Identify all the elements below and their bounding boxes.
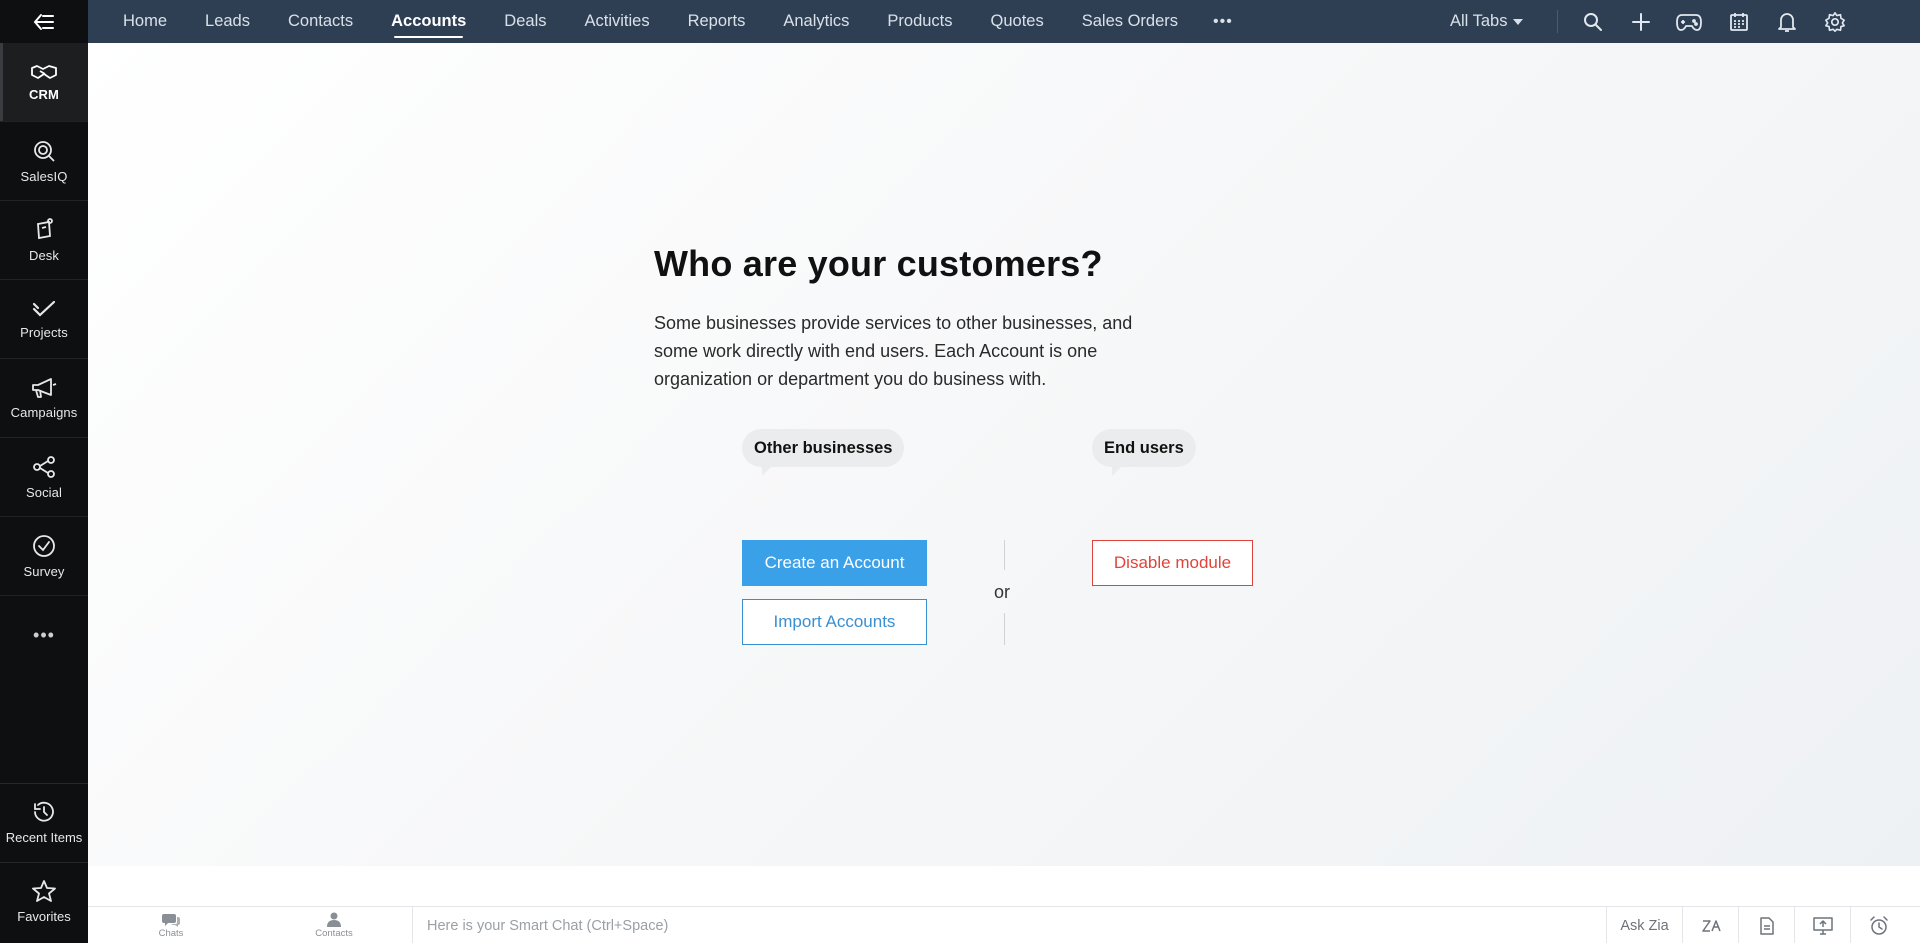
- bottom-bar: Chats Contacts Here is your Smart Chat (…: [88, 906, 1920, 943]
- alarm-clock-icon: [1869, 915, 1888, 935]
- search-icon: [1584, 12, 1602, 31]
- tab-activities[interactable]: Activities: [565, 0, 668, 43]
- person-icon: [327, 912, 341, 927]
- settings-button[interactable]: [1819, 0, 1851, 43]
- caret-down-icon: [1513, 18, 1524, 25]
- divider: [1004, 613, 1005, 645]
- megaphone-icon: [32, 377, 57, 398]
- check-circle-icon: [33, 534, 55, 557]
- top-navigation: Home Leads Contacts Accounts Deals Activ…: [88, 0, 1920, 43]
- chat-bubbles-icon: [162, 913, 180, 927]
- rail-item-survey[interactable]: Survey: [0, 517, 88, 596]
- tab-sales-orders[interactable]: Sales Orders: [1063, 0, 1197, 43]
- collapse-menu-button[interactable]: [0, 0, 88, 43]
- page-description: Some businesses provide services to othe…: [654, 313, 1133, 389]
- contacts-button[interactable]: Contacts: [309, 907, 359, 943]
- end-users-bubble: End users: [1092, 429, 1196, 476]
- calendar-icon: [1730, 12, 1748, 31]
- add-button[interactable]: [1625, 0, 1657, 43]
- document-icon: [1759, 916, 1774, 935]
- rail-item-desk[interactable]: Desk: [0, 201, 88, 280]
- tab-leads[interactable]: Leads: [186, 0, 269, 43]
- calendar-button[interactable]: [1723, 0, 1755, 43]
- tab-contacts[interactable]: Contacts: [269, 0, 372, 43]
- tab-analytics[interactable]: Analytics: [764, 0, 868, 43]
- rail-item-label: Social: [25, 484, 62, 500]
- rail-item-label: Survey: [23, 563, 65, 579]
- empty-state: Who are your customers? Some businesses …: [654, 243, 1254, 393]
- rail-item-label: Desk: [28, 247, 60, 263]
- rail-item-salesiq[interactable]: SalesIQ: [0, 122, 88, 201]
- module-tabs: Home Leads Contacts Accounts Deals Activ…: [88, 0, 1249, 43]
- tab-deals[interactable]: Deals: [485, 0, 565, 43]
- handshake-icon: [31, 64, 57, 79]
- projects-icon: [32, 300, 56, 317]
- history-icon: [34, 801, 54, 822]
- reminders-button[interactable]: [1850, 907, 1906, 943]
- rail-item-label: Projects: [20, 324, 68, 340]
- main-content: [88, 43, 1920, 866]
- star-icon: [32, 880, 56, 902]
- plus-icon: [1632, 12, 1650, 31]
- rail-item-projects[interactable]: Projects: [0, 280, 88, 359]
- rail-more-button[interactable]: •••: [0, 604, 88, 666]
- salesiq-icon: [34, 140, 55, 162]
- chats-label: Chats: [158, 927, 184, 939]
- ask-zia-button[interactable]: Ask Zia: [1606, 907, 1682, 943]
- notifications-button[interactable]: [1771, 0, 1803, 43]
- other-businesses-bubble: Other businesses: [742, 429, 905, 476]
- all-tabs-label: All Tabs: [1450, 12, 1508, 30]
- motivator-button[interactable]: [1673, 0, 1705, 43]
- rail-item-label: Campaigns: [10, 404, 78, 420]
- create-account-button[interactable]: Create an Account: [742, 540, 927, 586]
- desk-icon: [37, 217, 53, 239]
- rail-item-label: CRM: [29, 86, 59, 102]
- app-rail: CRM SalesIQ Desk Projects Campaigns Soci…: [0, 0, 88, 943]
- rail-item-campaigns[interactable]: Campaigns: [0, 359, 88, 438]
- rail-recent-items[interactable]: Recent Items: [0, 783, 88, 861]
- rail-item-label: SalesIQ: [20, 168, 68, 184]
- zia-button[interactable]: [1682, 907, 1738, 943]
- disable-module-button[interactable]: Disable module: [1092, 540, 1253, 586]
- more-dots-icon: •••: [33, 624, 55, 645]
- tab-products[interactable]: Products: [868, 0, 971, 43]
- divider: [1557, 10, 1558, 33]
- or-label: or: [994, 582, 1011, 602]
- zia-icon: [1701, 919, 1721, 932]
- gear-icon: [1825, 11, 1845, 32]
- rail-favorites[interactable]: Favorites: [0, 862, 88, 940]
- tab-reports[interactable]: Reports: [669, 0, 765, 43]
- notes-button[interactable]: [1738, 907, 1794, 943]
- smart-chat-placeholder: Here is your Smart Chat (Ctrl+Space): [427, 917, 669, 934]
- rail-item-label: Favorites: [17, 909, 71, 924]
- bubble-label: Other businesses: [754, 438, 893, 457]
- ask-zia-label: Ask Zia: [1620, 917, 1669, 934]
- bubble-label: End users: [1104, 438, 1184, 457]
- import-accounts-button[interactable]: Import Accounts: [742, 599, 927, 645]
- chats-button[interactable]: Chats: [150, 907, 192, 943]
- more-tabs-button[interactable]: •••: [1197, 0, 1249, 43]
- tab-home[interactable]: Home: [104, 0, 186, 43]
- monitor-icon: [1812, 916, 1833, 935]
- back-arrow-icon: [33, 13, 54, 30]
- tab-accounts[interactable]: Accounts: [372, 0, 485, 43]
- gamepad-icon: [1676, 13, 1702, 31]
- divider: [1004, 540, 1005, 570]
- tab-quotes[interactable]: Quotes: [972, 0, 1063, 43]
- rail-item-label: Recent Items: [5, 830, 83, 845]
- screen-share-button[interactable]: [1794, 907, 1850, 943]
- rail-item-social[interactable]: Social: [0, 438, 88, 517]
- smart-chat-input[interactable]: Here is your Smart Chat (Ctrl+Space): [412, 907, 1606, 943]
- search-button[interactable]: [1577, 0, 1609, 43]
- rail-item-crm[interactable]: CRM: [0, 43, 88, 122]
- bell-icon: [1778, 12, 1796, 32]
- social-share-icon: [33, 455, 55, 478]
- all-tabs-dropdown[interactable]: All Tabs: [1450, 0, 1524, 43]
- contacts-label: Contacts: [315, 928, 353, 939]
- page-title: Who are your customers?: [654, 243, 1103, 284]
